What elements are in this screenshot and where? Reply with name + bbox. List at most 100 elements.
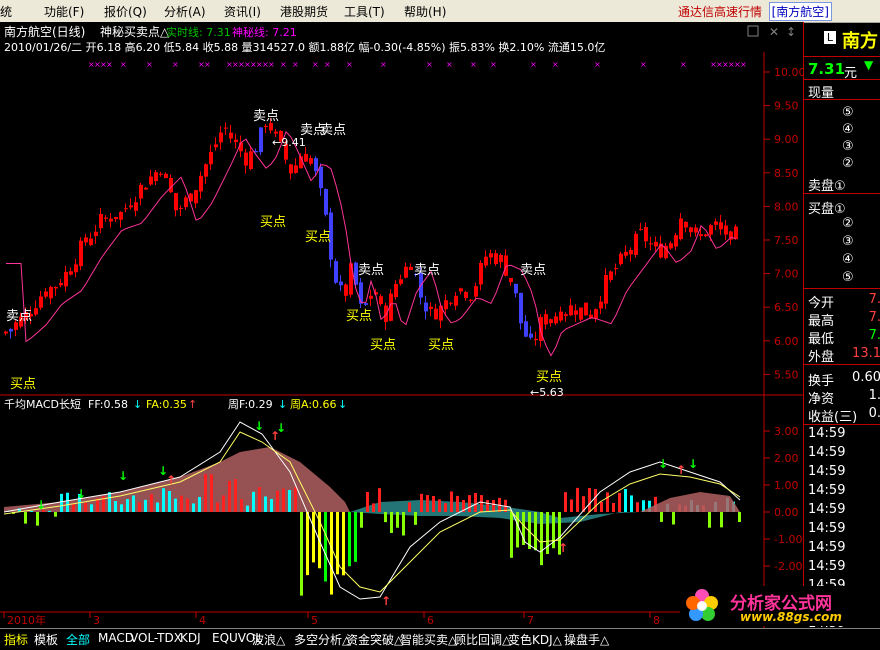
candle bbox=[384, 305, 388, 322]
date-tick-label: 3 bbox=[93, 614, 100, 627]
sub-indicator-title: 千均MACD长短 bbox=[4, 397, 81, 411]
candle bbox=[479, 263, 483, 285]
kline-chart[interactable]: 南方航空(日线) 神秘买卖点△ 实时线: 7.31 神秘线: 7.21 2010… bbox=[0, 22, 803, 628]
tab-2[interactable]: 全部 bbox=[66, 631, 90, 648]
tab-11[interactable]: 顾比回调△ bbox=[454, 631, 511, 648]
price-tick-label: 8.50 bbox=[774, 167, 799, 180]
menu-item-help[interactable]: 帮助(H) bbox=[404, 3, 446, 20]
sell-signal-arrow: ↓ bbox=[118, 469, 128, 483]
signal-x-mark: × bbox=[268, 60, 275, 69]
menu-item-quote[interactable]: 报价(Q) bbox=[104, 3, 147, 20]
candle bbox=[604, 275, 608, 304]
candle bbox=[169, 177, 173, 193]
macd-bar bbox=[450, 491, 453, 512]
menu-item-info[interactable]: 资讯(I) bbox=[224, 3, 261, 20]
date-tick-label: 2010年 bbox=[7, 613, 46, 627]
stat-label: 换手 bbox=[808, 374, 835, 389]
menu-item-hk-futures[interactable]: 港股期货 bbox=[280, 3, 328, 20]
down-triangle-icon: ▼ bbox=[864, 58, 874, 72]
macd-bar bbox=[384, 512, 387, 523]
stat-value: 7. bbox=[868, 292, 880, 307]
sell-point-label: 卖点 bbox=[320, 123, 346, 138]
sell-signal-arrow: ↓ bbox=[76, 487, 86, 501]
signal-x-mark: × bbox=[172, 60, 179, 69]
macd-bar bbox=[132, 495, 135, 512]
candle bbox=[314, 158, 318, 172]
candle bbox=[379, 296, 383, 305]
signal-x-mark: × bbox=[680, 60, 687, 69]
signal-x-mark: × bbox=[530, 60, 537, 69]
signal-x-mark: × bbox=[346, 60, 353, 69]
candle bbox=[499, 255, 503, 263]
macd-bar bbox=[720, 512, 723, 528]
sub-tick-label: 3.00 bbox=[774, 425, 799, 438]
svg-text:↑: ↑ bbox=[188, 398, 197, 411]
price-tick-label: 10.00 bbox=[774, 66, 803, 79]
candle bbox=[684, 221, 688, 228]
macd-bar bbox=[312, 512, 315, 563]
tab-8[interactable]: 多空分析△ bbox=[294, 631, 351, 648]
candle bbox=[159, 173, 163, 175]
candle bbox=[474, 286, 478, 297]
indicator-tabs: 指标 模板 全部 MACD VOL-TDX KDJ EQUVOL 波浪△ 多空分析△ 资金突破△ 智… bbox=[0, 628, 880, 648]
signal-x-mark: × bbox=[446, 60, 453, 69]
candle bbox=[654, 241, 658, 247]
candle bbox=[209, 151, 213, 165]
candle bbox=[724, 225, 728, 235]
tab-5[interactable]: KDJ bbox=[180, 631, 201, 645]
macd-bar bbox=[234, 479, 237, 512]
candle bbox=[49, 286, 53, 299]
menu-item-function[interactable]: 功能(F) bbox=[44, 3, 84, 20]
tab-10[interactable]: 智能买卖△ bbox=[400, 631, 457, 648]
macd-bar bbox=[456, 495, 459, 512]
macd-bar bbox=[594, 489, 597, 512]
macd-bar bbox=[258, 487, 261, 512]
candle bbox=[359, 282, 363, 304]
candle bbox=[484, 256, 488, 266]
candle bbox=[714, 221, 718, 225]
macd-bar bbox=[96, 498, 99, 512]
signal-x-mark: × bbox=[106, 60, 113, 69]
stat-value: 0. bbox=[868, 406, 880, 421]
macd-bar bbox=[414, 512, 417, 525]
macd-bar bbox=[348, 512, 351, 567]
candle bbox=[84, 237, 88, 243]
candle bbox=[324, 189, 328, 215]
buy-point-label: 买点 bbox=[370, 338, 396, 353]
signal-x-mark: × bbox=[292, 60, 299, 69]
macd-bar bbox=[342, 512, 345, 576]
candle bbox=[319, 166, 323, 189]
macd-bar bbox=[738, 512, 741, 522]
candle bbox=[649, 243, 653, 245]
menu-item-tools[interactable]: 工具(T) bbox=[344, 3, 385, 20]
candle bbox=[9, 328, 13, 332]
menu-item-analysis[interactable]: 分析(A) bbox=[164, 3, 206, 20]
ff-value: FF:0.58 bbox=[88, 398, 128, 411]
macd-bar bbox=[420, 493, 423, 512]
tab-12[interactable]: 变色KDJ△ bbox=[508, 631, 562, 648]
current-stock-label[interactable]: [南方航空] bbox=[768, 2, 832, 21]
tab-4[interactable]: VOL-TDX bbox=[130, 631, 182, 645]
tab-0[interactable]: 指标 bbox=[4, 631, 28, 648]
candle bbox=[79, 240, 83, 267]
macd-bar bbox=[168, 490, 171, 512]
stat-value: 7. bbox=[868, 310, 880, 325]
tab-1[interactable]: 模板 bbox=[34, 631, 58, 648]
candle bbox=[674, 235, 678, 247]
macd-bar bbox=[216, 502, 219, 512]
candle bbox=[89, 238, 93, 246]
tab-7[interactable]: 波浪△ bbox=[252, 631, 285, 648]
stat-label: 净资 bbox=[808, 392, 835, 407]
sell-point-label: 卖点 bbox=[414, 263, 440, 278]
macd-bar bbox=[390, 512, 393, 533]
tab-13[interactable]: 操盘手△ bbox=[564, 631, 609, 648]
candle bbox=[609, 271, 613, 280]
tick-time: 14:59 bbox=[808, 464, 846, 479]
candle bbox=[464, 291, 468, 299]
macd-bar bbox=[150, 494, 153, 512]
macd-bar bbox=[174, 498, 177, 512]
menu-item-system[interactable]: 统 bbox=[0, 3, 12, 20]
candle bbox=[364, 303, 368, 305]
tab-3[interactable]: MACD bbox=[98, 631, 134, 645]
tab-9[interactable]: 资金突破△ bbox=[346, 631, 403, 648]
